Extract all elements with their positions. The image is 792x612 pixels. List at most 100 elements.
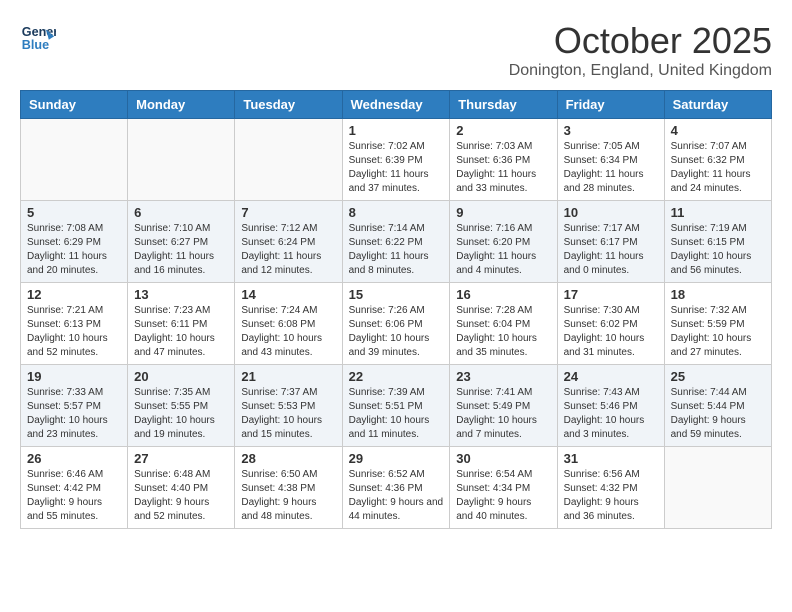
calendar-cell: 15 Sunrise: 7:26 AM Sunset: 6:06 PM Dayli…: [342, 283, 450, 365]
day-number: 18: [671, 287, 765, 302]
day-number: 2: [456, 123, 550, 138]
svg-text:Blue: Blue: [22, 38, 49, 52]
day-info: Sunrise: 7:19 AM Sunset: 6:15 PM Dayligh…: [671, 222, 765, 278]
day-number: 10: [564, 205, 658, 220]
day-info: Sunrise: 7:39 AM Sunset: 5:51 PM Dayligh…: [349, 386, 444, 442]
day-number: 5: [27, 205, 121, 220]
calendar-cell: 24 Sunrise: 7:43 AM Sunset: 5:46 PM Dayli…: [557, 365, 664, 447]
calendar-cell: 16Sunrise: 7:28 AM Sunset: 6:04 PM Dayli…: [450, 283, 557, 365]
day-info: Sunrise: 6:46 AM Sunset: 4:42 PM Dayligh…: [27, 468, 121, 524]
day-number: 21: [241, 369, 335, 384]
day-number: 9: [456, 205, 550, 220]
calendar-cell: 23 Sunrise: 7:41 AM Sunset: 5:49 PM Dayli…: [450, 365, 557, 447]
day-number: 6: [134, 205, 228, 220]
calendar-cell: 17Sunrise: 7:30 AM Sunset: 6:02 PM Dayli…: [557, 283, 664, 365]
month-title: October 2025: [509, 20, 772, 62]
weekday-header-sunday: Sunday: [21, 91, 128, 119]
calendar-cell: 9Sunrise: 7:16 AM Sunset: 6:20 PM Daylig…: [450, 201, 557, 283]
weekday-header-row: SundayMondayTuesdayWednesdayThursdayFrid…: [21, 91, 772, 119]
day-number: 29: [349, 451, 444, 466]
day-info: Sunrise: 7:41 AM Sunset: 5:49 PM Dayligh…: [456, 386, 550, 442]
calendar-cell: 28 Sunrise: 6:50 AM Sunset: 4:38 PM Dayli…: [235, 447, 342, 529]
day-number: 15: [349, 287, 444, 302]
day-info: Sunrise: 7:08 AM Sunset: 6:29 PM Dayligh…: [27, 222, 121, 278]
day-info: Sunrise: 6:48 AM Sunset: 4:40 PM Dayligh…: [134, 468, 228, 524]
weekday-header-saturday: Saturday: [664, 91, 771, 119]
day-info: Sunrise: 7:10 AM Sunset: 6:27 PM Dayligh…: [134, 222, 228, 278]
weekday-header-friday: Friday: [557, 91, 664, 119]
day-number: 27: [134, 451, 228, 466]
calendar-cell: 22 Sunrise: 7:39 AM Sunset: 5:51 PM Dayli…: [342, 365, 450, 447]
calendar-cell: 30 Sunrise: 6:54 AM Sunset: 4:34 PM Dayli…: [450, 447, 557, 529]
calendar-cell: 11 Sunrise: 7:19 AM Sunset: 6:15 PM Dayli…: [664, 201, 771, 283]
logo-icon: General Blue: [20, 20, 56, 56]
weekday-header-wednesday: Wednesday: [342, 91, 450, 119]
calendar-cell: 31 Sunrise: 6:56 AM Sunset: 4:32 PM Dayli…: [557, 447, 664, 529]
day-info: Sunrise: 7:14 AM Sunset: 6:22 PM Dayligh…: [349, 222, 444, 278]
week-row-4: 19Sunrise: 7:33 AM Sunset: 5:57 PM Dayli…: [21, 365, 772, 447]
calendar-cell: 7 Sunrise: 7:12 AM Sunset: 6:24 PM Daylig…: [235, 201, 342, 283]
week-row-3: 12 Sunrise: 7:21 AM Sunset: 6:13 PM Dayli…: [21, 283, 772, 365]
page-header: General Blue October 2025 Donington, Eng…: [20, 20, 772, 80]
calendar-table: SundayMondayTuesdayWednesdayThursdayFrid…: [20, 90, 772, 529]
weekday-header-monday: Monday: [128, 91, 235, 119]
day-number: 25: [671, 369, 765, 384]
calendar-cell: 4Sunrise: 7:07 AM Sunset: 6:32 PM Daylig…: [664, 119, 771, 201]
calendar-cell: 14Sunrise: 7:24 AM Sunset: 6:08 PM Dayli…: [235, 283, 342, 365]
day-info: Sunrise: 6:56 AM Sunset: 4:32 PM Dayligh…: [564, 468, 658, 524]
day-number: 23: [456, 369, 550, 384]
calendar-cell: 27 Sunrise: 6:48 AM Sunset: 4:40 PM Dayli…: [128, 447, 235, 529]
day-info: Sunrise: 7:37 AM Sunset: 5:53 PM Dayligh…: [241, 386, 335, 442]
day-number: 19: [27, 369, 121, 384]
calendar-cell: 12 Sunrise: 7:21 AM Sunset: 6:13 PM Dayli…: [21, 283, 128, 365]
day-number: 4: [671, 123, 765, 138]
location: Donington, England, United Kingdom: [509, 62, 772, 80]
day-number: 31: [564, 451, 658, 466]
day-info: Sunrise: 6:50 AM Sunset: 4:38 PM Dayligh…: [241, 468, 335, 524]
calendar-cell: 20Sunrise: 7:35 AM Sunset: 5:55 PM Dayli…: [128, 365, 235, 447]
calendar-cell: 8Sunrise: 7:14 AM Sunset: 6:22 PM Daylig…: [342, 201, 450, 283]
day-info: Sunrise: 7:17 AM Sunset: 6:17 PM Dayligh…: [564, 222, 658, 278]
weekday-header-thursday: Thursday: [450, 91, 557, 119]
week-row-5: 26 Sunrise: 6:46 AM Sunset: 4:42 PM Dayli…: [21, 447, 772, 529]
day-number: 17: [564, 287, 658, 302]
day-info: Sunrise: 7:43 AM Sunset: 5:46 PM Dayligh…: [564, 386, 658, 442]
calendar-cell: [128, 119, 235, 201]
day-info: Sunrise: 6:52 AM Sunset: 4:36 PM Dayligh…: [349, 468, 444, 524]
day-number: 1: [349, 123, 444, 138]
day-info: Sunrise: 6:54 AM Sunset: 4:34 PM Dayligh…: [456, 468, 550, 524]
week-row-1: 1 Sunrise: 7:02 AM Sunset: 6:39 PM Daylig…: [21, 119, 772, 201]
day-number: 13: [134, 287, 228, 302]
day-number: 26: [27, 451, 121, 466]
calendar-cell: 5 Sunrise: 7:08 AM Sunset: 6:29 PM Daylig…: [21, 201, 128, 283]
calendar-cell: 13Sunrise: 7:23 AM Sunset: 6:11 PM Dayli…: [128, 283, 235, 365]
day-info: Sunrise: 7:28 AM Sunset: 6:04 PM Dayligh…: [456, 304, 550, 360]
calendar-cell: 21 Sunrise: 7:37 AM Sunset: 5:53 PM Dayli…: [235, 365, 342, 447]
day-number: 7: [241, 205, 335, 220]
day-number: 28: [241, 451, 335, 466]
day-number: 3: [564, 123, 658, 138]
calendar-cell: [235, 119, 342, 201]
weekday-header-tuesday: Tuesday: [235, 91, 342, 119]
calendar-cell: 6 Sunrise: 7:10 AM Sunset: 6:27 PM Daylig…: [128, 201, 235, 283]
day-number: 24: [564, 369, 658, 384]
day-info: Sunrise: 7:35 AM Sunset: 5:55 PM Dayligh…: [134, 386, 228, 442]
calendar-cell: 26 Sunrise: 6:46 AM Sunset: 4:42 PM Dayli…: [21, 447, 128, 529]
calendar-cell: 18 Sunrise: 7:32 AM Sunset: 5:59 PM Dayli…: [664, 283, 771, 365]
calendar-cell: 29 Sunrise: 6:52 AM Sunset: 4:36 PM Dayli…: [342, 447, 450, 529]
calendar-cell: 10 Sunrise: 7:17 AM Sunset: 6:17 PM Dayli…: [557, 201, 664, 283]
day-info: Sunrise: 7:26 AM Sunset: 6:06 PM Dayligh…: [349, 304, 444, 360]
day-info: Sunrise: 7:21 AM Sunset: 6:13 PM Dayligh…: [27, 304, 121, 360]
day-info: Sunrise: 7:05 AM Sunset: 6:34 PM Dayligh…: [564, 140, 658, 196]
week-row-2: 5 Sunrise: 7:08 AM Sunset: 6:29 PM Daylig…: [21, 201, 772, 283]
day-info: Sunrise: 7:12 AM Sunset: 6:24 PM Dayligh…: [241, 222, 335, 278]
day-number: 22: [349, 369, 444, 384]
day-number: 30: [456, 451, 550, 466]
day-number: 12: [27, 287, 121, 302]
logo: General Blue: [20, 20, 56, 56]
day-number: 14: [241, 287, 335, 302]
day-number: 11: [671, 205, 765, 220]
day-info: Sunrise: 7:02 AM Sunset: 6:39 PM Dayligh…: [349, 140, 444, 196]
day-info: Sunrise: 7:32 AM Sunset: 5:59 PM Dayligh…: [671, 304, 765, 360]
calendar-cell: 2Sunrise: 7:03 AM Sunset: 6:36 PM Daylig…: [450, 119, 557, 201]
